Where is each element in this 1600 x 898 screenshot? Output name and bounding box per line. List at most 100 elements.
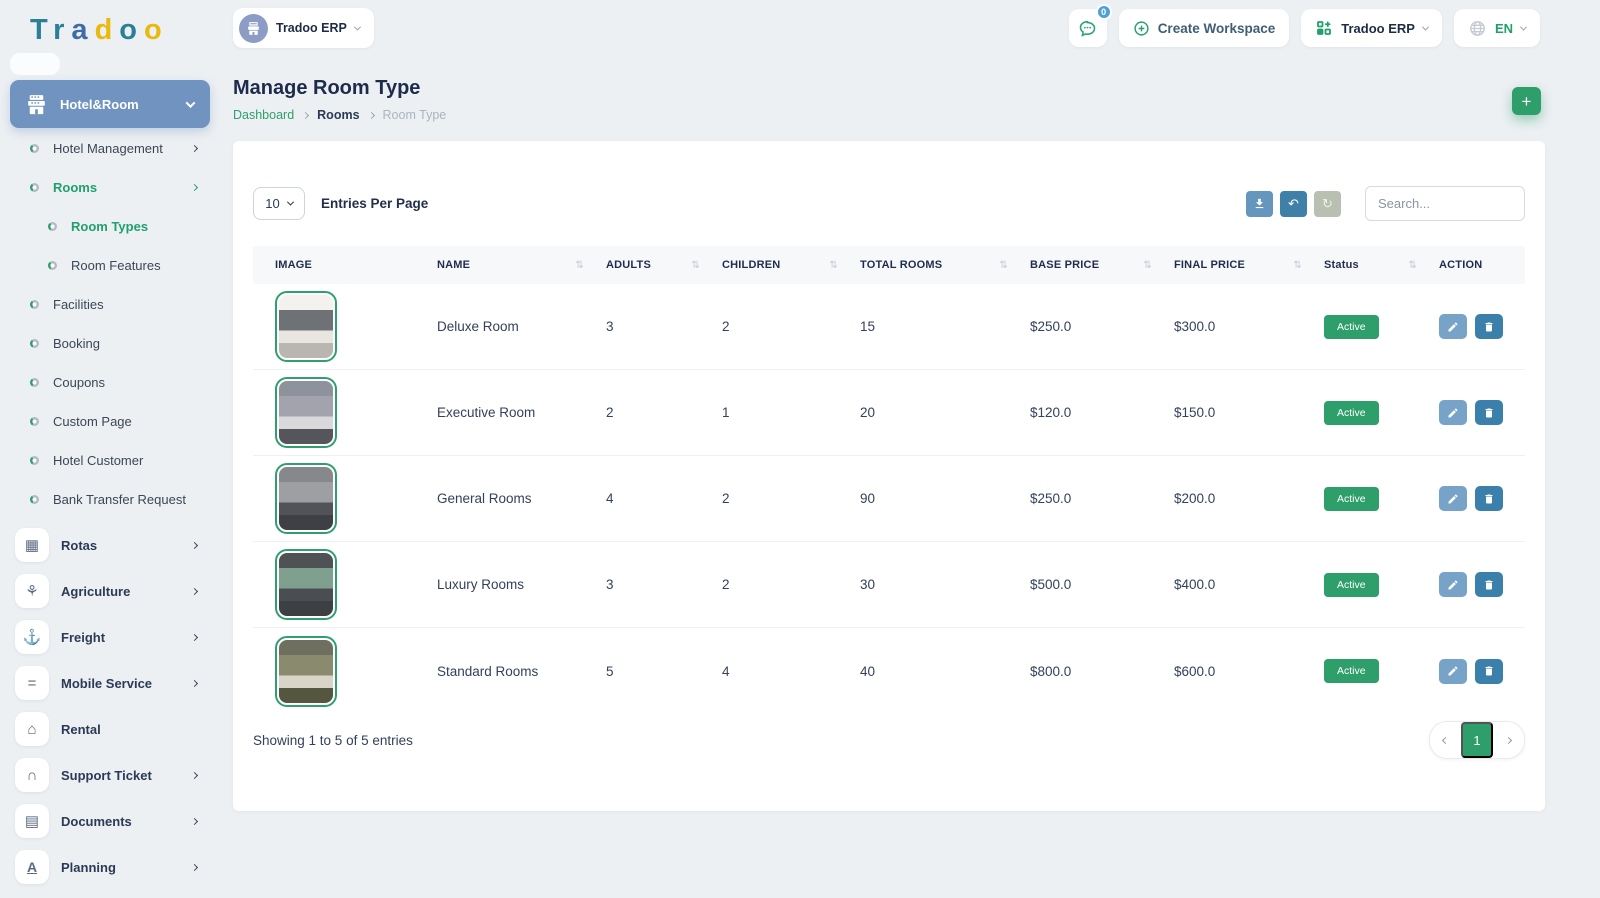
column-header-status[interactable]: Status⇅ <box>1324 259 1439 271</box>
room-name: Standard Rooms <box>437 664 606 679</box>
column-header-children[interactable]: CHILDREN⇅ <box>722 259 860 271</box>
sidebar-group-rental[interactable]: ⌂Rental <box>0 706 225 752</box>
delete-button[interactable] <box>1475 572 1503 597</box>
breadcrumb-separator-icon <box>302 111 309 118</box>
create-workspace-button[interactable]: Create Workspace <box>1119 9 1290 47</box>
column-header-final-price[interactable]: FINAL PRICE⇅ <box>1174 259 1324 271</box>
status-badge[interactable]: Active <box>1324 659 1379 683</box>
sidebar-group-freight[interactable]: ⚓Freight <box>0 614 225 660</box>
sort-icon: ⇅ <box>575 260 584 271</box>
sidebar-group-hotel-room[interactable]: Hotel&Room <box>10 80 210 128</box>
table-row: Executive Room2120$120.0$150.0Active <box>253 370 1525 456</box>
room-image <box>279 295 333 358</box>
status-badge[interactable]: Active <box>1324 487 1379 511</box>
sort-icon: ⇅ <box>1293 260 1302 271</box>
sidebar-group-label: Documents <box>61 814 192 829</box>
sidebar-item-rooms[interactable]: Rooms <box>0 168 225 207</box>
delete-button[interactable] <box>1475 659 1503 684</box>
sidebar-item-hotel-management[interactable]: Hotel Management <box>0 129 225 168</box>
delete-button[interactable] <box>1475 314 1503 339</box>
status-badge[interactable]: Active <box>1324 573 1379 597</box>
pagination-next-button[interactable] <box>1493 722 1524 758</box>
delete-button[interactable] <box>1475 400 1503 425</box>
sidebar-item-coupons[interactable]: Coupons <box>0 363 225 402</box>
column-header-label: ACTION <box>1439 259 1482 271</box>
language-label: EN <box>1495 21 1513 36</box>
sidebar-item-label: Rooms <box>53 180 192 195</box>
pagination-prev-button[interactable] <box>1430 722 1461 758</box>
language-selector[interactable]: EN <box>1454 9 1540 47</box>
export-download-button[interactable] <box>1246 191 1273 217</box>
status-badge[interactable]: Active <box>1324 401 1379 425</box>
ship-icon: ⚓ <box>15 620 49 654</box>
column-header-label: NAME <box>437 259 470 271</box>
chevron-right-icon <box>191 587 198 594</box>
bullet-icon <box>30 339 39 348</box>
hotel-building-icon <box>24 92 49 117</box>
sidebar-group-planning[interactable]: APlanning <box>0 844 225 890</box>
table-body: Deluxe Room3215$250.0$300.0ActiveExecuti… <box>253 284 1525 714</box>
column-header-adults[interactable]: ADULTS⇅ <box>606 259 722 271</box>
undo-button[interactable]: ↶ <box>1280 191 1307 217</box>
trash-icon <box>1483 579 1495 591</box>
chevron-right-icon <box>191 184 198 191</box>
entries-per-page-select[interactable]: 10 <box>253 187 305 220</box>
logo-letter: o <box>144 14 169 46</box>
adults-count: 3 <box>606 577 722 592</box>
breadcrumb-item-dashboard[interactable]: Dashboard <box>233 108 294 122</box>
refresh-button[interactable]: ↻ <box>1314 191 1341 217</box>
base-price: $250.0 <box>1030 491 1174 506</box>
grid-icon: ▦ <box>15 528 49 562</box>
breadcrumb-item-rooms[interactable]: Rooms <box>317 108 359 122</box>
edit-button[interactable] <box>1439 400 1467 425</box>
edit-button[interactable] <box>1439 486 1467 511</box>
sidebar-group-agriculture[interactable]: ⚘Agriculture <box>0 568 225 614</box>
pagination-page-1-button[interactable]: 1 <box>1461 722 1493 758</box>
edit-button[interactable] <box>1439 659 1467 684</box>
chevron-right-icon <box>191 145 198 152</box>
sidebar-item-facilities[interactable]: Facilities <box>0 285 225 324</box>
chevron-left-icon <box>1442 736 1449 743</box>
trash-icon <box>1483 407 1495 419</box>
chat-button[interactable]: 0 <box>1069 9 1107 47</box>
room-image-cell <box>253 636 437 707</box>
bullet-icon <box>30 300 39 309</box>
sort-icon: ⇅ <box>1408 260 1417 271</box>
sidebar-item-label: Bank Transfer Request <box>53 492 197 507</box>
sidebar-group-support-ticket[interactable]: ∩Support Ticket <box>0 752 225 798</box>
column-header-name[interactable]: NAME ⇅ <box>437 259 606 271</box>
table-row: Luxury Rooms3230$500.0$400.0Active <box>253 542 1525 628</box>
status-badge[interactable]: Active <box>1324 315 1379 339</box>
chevron-right-icon <box>191 633 198 640</box>
sidebar-group-mobile-service[interactable]: =Mobile Service <box>0 660 225 706</box>
delete-button[interactable] <box>1475 486 1503 511</box>
sidebar-item-hotel-customer[interactable]: Hotel Customer <box>0 441 225 480</box>
room-name: General Rooms <box>437 491 606 506</box>
plus-circle-icon <box>1133 20 1150 37</box>
sidebar-group-documents[interactable]: ▤Documents <box>0 798 225 844</box>
sidebar-item-booking[interactable]: Booking <box>0 324 225 363</box>
bullet-icon <box>48 261 57 270</box>
chevron-down-icon <box>1520 23 1527 30</box>
sidebar-group-label: Mobile Service <box>61 676 192 691</box>
search-input[interactable] <box>1365 186 1525 221</box>
sidebar-item-label: Hotel Customer <box>53 453 197 468</box>
column-header-total-rooms[interactable]: TOTAL ROOMS⇅ <box>860 259 1030 271</box>
room-image-frame <box>275 549 337 620</box>
sidebar-item-custom-page[interactable]: Custom Page <box>0 402 225 441</box>
sidebar-item-bank-transfer-request[interactable]: Bank Transfer Request <box>0 480 225 519</box>
app-switcher-button[interactable]: Tradoo ERP <box>1301 9 1442 47</box>
sidebar-item-room-features[interactable]: Room Features <box>0 246 225 285</box>
add-room-type-button[interactable]: + <box>1512 87 1541 115</box>
edit-button[interactable] <box>1439 314 1467 339</box>
table-row: Deluxe Room3215$250.0$300.0Active <box>253 284 1525 370</box>
column-header-action: ACTION <box>1439 259 1525 271</box>
sidebar-group-rotas[interactable]: ▦Rotas <box>0 522 225 568</box>
workspace-selector[interactable]: Tradoo ERP <box>233 8 374 48</box>
edit-button[interactable] <box>1439 572 1467 597</box>
sidebar-item-room-types[interactable]: Room Types <box>0 207 225 246</box>
bullet-icon <box>30 183 39 192</box>
column-header-base-price[interactable]: BASE PRICE⇅ <box>1030 259 1174 271</box>
base-price: $250.0 <box>1030 319 1174 334</box>
sidebar-item-label: Hotel Management <box>53 141 192 156</box>
